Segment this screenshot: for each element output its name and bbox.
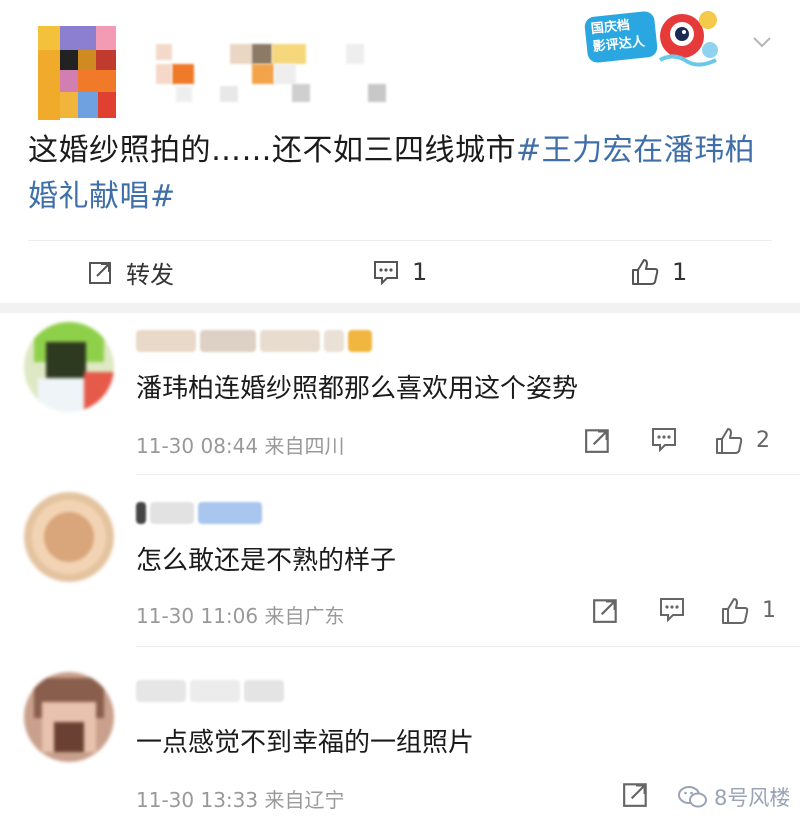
- comment-item: 怎么敢还是不熟的样子 11-30 11:06 来自广东 1: [0, 488, 800, 648]
- repost-icon: [89, 262, 111, 284]
- commenter-avatar[interactable]: [24, 672, 114, 762]
- comment-time: 11-30 11:06: [136, 604, 259, 628]
- like-icon: [632, 259, 659, 285]
- comment-icon[interactable]: [650, 426, 678, 452]
- comment-text: 一点感觉不到幸福的一组照片: [136, 728, 475, 758]
- comment-location: 来自辽宁: [264, 788, 345, 812]
- comment-actions: 2: [584, 426, 784, 460]
- comment-time: 11-30 13:33: [136, 788, 259, 812]
- section-separator: [0, 303, 800, 313]
- comment-actions: 1: [592, 596, 792, 630]
- comment-location: 来自广东: [264, 604, 345, 628]
- weibo-post: 国庆档 影评达人 这婚纱照拍的……还不如三四线城市#王力宏在潘玮柏婚礼献唱# 转…: [0, 0, 800, 305]
- comment-icon[interactable]: [658, 596, 686, 622]
- commenter-name-blurred[interactable]: [136, 676, 288, 706]
- comment-location: 来自四川: [264, 434, 345, 458]
- like-count: 1: [672, 258, 688, 286]
- repost-icon[interactable]: [584, 426, 612, 454]
- commenter-name-blurred[interactable]: [136, 326, 376, 356]
- comment-like-count: 1: [762, 598, 776, 623]
- comment-item: 潘玮柏连婚纱照都那么喜欢用这个姿势 11-30 08:44 来自四川 2: [0, 318, 800, 476]
- watermark-text: 8号风楼: [714, 786, 791, 810]
- hashtag-part-2[interactable]: 婚礼献唱#: [28, 179, 176, 214]
- mascot-icon: [659, 11, 718, 67]
- hashtag-part-1[interactable]: #王力宏在潘玮柏: [516, 133, 755, 168]
- comment-time: 11-30 08:44: [136, 434, 259, 458]
- comment-like-count: 2: [756, 428, 770, 453]
- comment-meta: 11-30 13:33 来自辽宁: [136, 784, 344, 813]
- post-body: 这婚纱照拍的……还不如三四线城市: [28, 133, 516, 168]
- comment-text: 怎么敢还是不熟的样子: [136, 546, 397, 576]
- badge-label: 国庆档 影评达人: [583, 10, 659, 64]
- commenter-avatar[interactable]: [24, 322, 114, 412]
- repost-button[interactable]: 转发: [88, 254, 174, 290]
- commenter-avatar[interactable]: [24, 492, 114, 582]
- poster-avatar[interactable]: [38, 26, 116, 120]
- like-icon[interactable]: [714, 426, 744, 456]
- comment-icon: [374, 261, 398, 285]
- repost-icon[interactable]: [592, 596, 620, 624]
- wechat-icon: [678, 786, 707, 808]
- comment-button[interactable]: 1: [372, 254, 427, 290]
- comment-meta: 11-30 08:44 来自四川: [136, 430, 344, 459]
- chevron-down-icon[interactable]: [752, 36, 772, 48]
- divider: [136, 646, 800, 647]
- achievement-badge: 国庆档 影评达人: [580, 4, 730, 70]
- repost-label: 转发: [126, 260, 174, 289]
- like-button[interactable]: 1: [630, 254, 687, 290]
- poster-name-blurred[interactable]: [150, 40, 390, 104]
- repost-icon[interactable]: [622, 780, 650, 808]
- divider: [28, 240, 772, 241]
- like-icon[interactable]: [720, 596, 750, 626]
- comment-count: 1: [412, 258, 428, 286]
- divider: [136, 474, 800, 475]
- commenter-name-blurred[interactable]: [136, 498, 266, 528]
- post-text: 这婚纱照拍的……还不如三四线城市#王力宏在潘玮柏婚礼献唱#: [28, 128, 778, 220]
- comment-text: 潘玮柏连婚纱照都那么喜欢用这个姿势: [136, 374, 579, 404]
- comment-meta: 11-30 11:06 来自广东: [136, 600, 344, 629]
- watermark: 8号风楼: [672, 780, 797, 814]
- post-actions-bar: 转发 1 1: [0, 248, 800, 296]
